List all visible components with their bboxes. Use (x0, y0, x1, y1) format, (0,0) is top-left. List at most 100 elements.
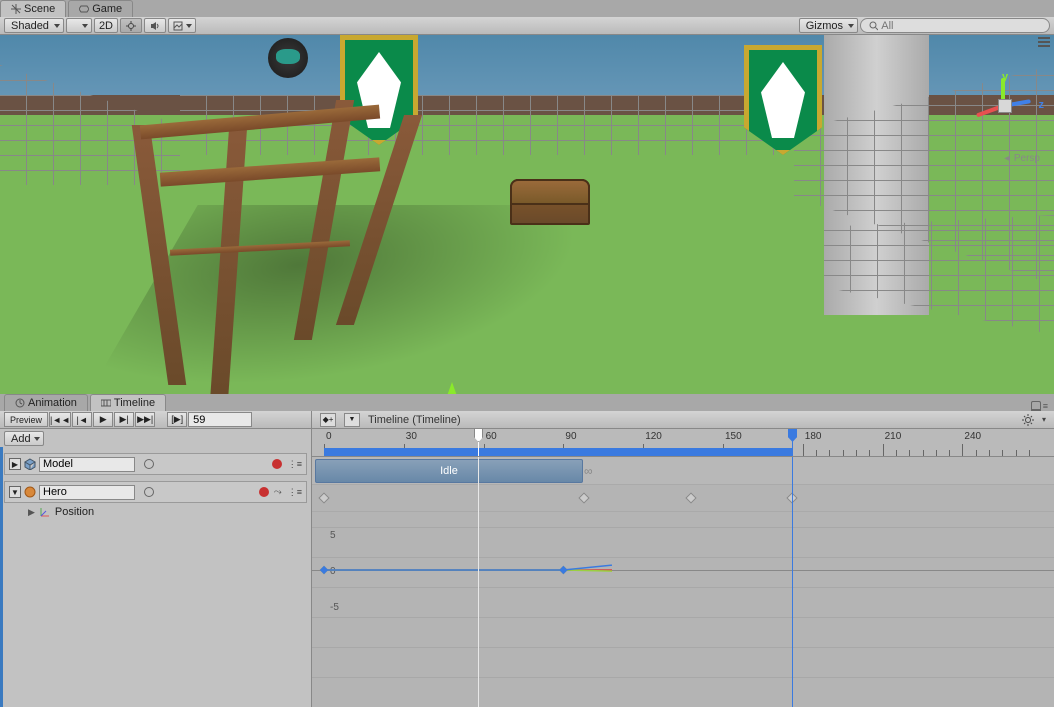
track-menu-icon[interactable]: ⋮≡ (288, 487, 302, 498)
tab-animation-label: Animation (28, 397, 77, 409)
gizmos-label: Gizmos (806, 20, 843, 32)
keyframe-marker[interactable] (578, 492, 589, 503)
viewport-menu-icon[interactable] (1038, 37, 1050, 47)
tab-scene[interactable]: Scene (0, 0, 66, 17)
axis-cube[interactable] (998, 99, 1012, 113)
clip-idle[interactable]: Idle (315, 459, 583, 483)
preview-button[interactable]: Preview (4, 412, 48, 427)
track-hero[interactable]: ▼ ⤳ ⋮≡ ▶ Position (4, 481, 307, 521)
treasure-chest (510, 179, 590, 225)
pivot-gizmo-icon (445, 382, 459, 394)
marker-dropdown[interactable]: ▼ (344, 413, 360, 427)
lower-tab-bar: Animation Timeline ≡ (0, 394, 1054, 411)
track-property-position[interactable]: ▶ Position (4, 503, 307, 521)
search-icon (869, 21, 878, 31)
tab-game-label: Game (92, 3, 122, 15)
tab-game[interactable]: Game (68, 0, 133, 17)
play-button[interactable]: ▶ (93, 412, 113, 427)
game-icon (79, 4, 89, 14)
animation-curves (312, 512, 612, 662)
wooden-tower (130, 85, 390, 394)
sphere-icon (24, 486, 36, 498)
track-target-button[interactable] (144, 487, 154, 497)
timeline-body: Preview |◄◄ |◄ ▶ ▶| ▶▶| [▶] Add (0, 411, 1054, 707)
speaker-icon (150, 21, 160, 31)
end-marker-line (792, 457, 793, 707)
toggle-2d-button[interactable]: 2D (94, 18, 118, 33)
playhead-line (478, 457, 479, 707)
curves-area[interactable]: 5 0 -5 (312, 512, 1054, 707)
track-target-button[interactable] (144, 459, 154, 469)
clip-idle-label: Idle (440, 465, 458, 477)
prev-frame-button[interactable]: |◄ (72, 412, 92, 427)
lock-icon[interactable] (1031, 401, 1041, 411)
add-label: Add (11, 433, 31, 445)
clock-icon (15, 398, 25, 408)
ruler-range-bar[interactable] (324, 448, 792, 456)
gizmos-dropdown[interactable]: Gizmos (799, 18, 858, 33)
track-selection-bar (0, 447, 3, 707)
scene-toolbar: Shaded 2D Gizmos (0, 17, 1054, 35)
gear-icon[interactable] (1022, 414, 1034, 426)
lighting-toggle-button[interactable] (120, 18, 142, 33)
keyframe-row-hero[interactable] (312, 485, 1054, 512)
keyframe-marker[interactable] (685, 492, 696, 503)
axis-z-label: z (1039, 99, 1045, 111)
panel-menu-icon[interactable]: ≡ (1043, 401, 1048, 411)
goto-end-button[interactable]: ▶▶| (135, 412, 155, 427)
sun-icon (126, 21, 136, 31)
shading-extras-dropdown[interactable] (66, 18, 92, 33)
orientation-gizmo[interactable]: y z (972, 73, 1042, 143)
lower-panel: Animation Timeline ≡ Preview |◄◄ |◄ ▶ ▶|… (0, 394, 1054, 707)
timeline-content[interactable]: Idle ∞ 5 0 -5 (312, 457, 1054, 707)
image-icon (173, 21, 183, 31)
play-range-button[interactable]: [▶] (167, 412, 187, 427)
frame-input[interactable] (188, 412, 252, 427)
track-record-button[interactable] (259, 487, 269, 497)
goto-start-button[interactable]: |◄◄ (49, 412, 71, 427)
track-name-input-model[interactable] (39, 457, 135, 472)
track-record-button[interactable] (272, 459, 282, 469)
search-input[interactable] (881, 20, 1041, 32)
scene-tab-bar: Scene Game (0, 0, 1054, 17)
scene-icon (11, 4, 21, 14)
axis-y-label: y (1002, 71, 1008, 83)
toggle-2d-label: 2D (99, 20, 113, 32)
tab-timeline-label: Timeline (114, 397, 155, 409)
cube-icon (24, 458, 36, 470)
end-marker[interactable] (792, 429, 793, 456)
track-list: ▶ ⋮≡ ▼ ⤳ (0, 447, 311, 707)
keyframe-marker[interactable] (318, 492, 329, 503)
playhead[interactable] (478, 429, 479, 456)
track-curves-icon[interactable]: ⤳ (274, 487, 282, 498)
property-label: Position (55, 506, 94, 518)
marker-add-button[interactable]: ◆+ (320, 413, 336, 427)
property-expand-toggle[interactable]: ▶ (28, 507, 35, 518)
tab-animation[interactable]: Animation (4, 394, 88, 411)
ninja-character (260, 35, 320, 95)
track-expand-toggle[interactable]: ▼ (9, 486, 21, 498)
track-name-input-hero[interactable] (39, 485, 135, 500)
effects-dropdown[interactable] (168, 18, 196, 33)
clip-row-model[interactable]: Idle ∞ (312, 457, 1054, 485)
tab-timeline[interactable]: Timeline (90, 394, 166, 411)
hierarchy-search[interactable] (860, 18, 1050, 33)
audio-toggle-button[interactable] (144, 18, 166, 33)
timeline-ruler[interactable]: 0306090120150180210240 (312, 429, 1054, 457)
timeline-left-panel: Preview |◄◄ |◄ ▶ ▶| ▶▶| [▶] Add (0, 411, 312, 707)
track-menu-icon[interactable]: ⋮≡ (288, 459, 302, 470)
next-frame-button[interactable]: ▶| (114, 412, 134, 427)
timeline-header: ◆+ ▼ Timeline (Timeline) ▾ (312, 411, 1054, 429)
shading-mode-label: Shaded (11, 20, 49, 32)
add-track-dropdown[interactable]: Add (4, 431, 44, 446)
preview-label: Preview (10, 415, 42, 425)
timeline-asset-label: Timeline (Timeline) (368, 414, 461, 426)
timeline-controls: Preview |◄◄ |◄ ▶ ▶| ▶▶| [▶] (0, 411, 311, 429)
track-model[interactable]: ▶ ⋮≡ (4, 453, 307, 475)
shading-mode-dropdown[interactable]: Shaded (4, 18, 64, 33)
track-expand-toggle[interactable]: ▶ (9, 458, 21, 470)
loop-icon: ∞ (584, 464, 593, 478)
projection-label[interactable]: Persp (1002, 153, 1040, 164)
scene-viewport[interactable]: y z Persp (0, 35, 1054, 394)
axes-icon (40, 507, 50, 517)
